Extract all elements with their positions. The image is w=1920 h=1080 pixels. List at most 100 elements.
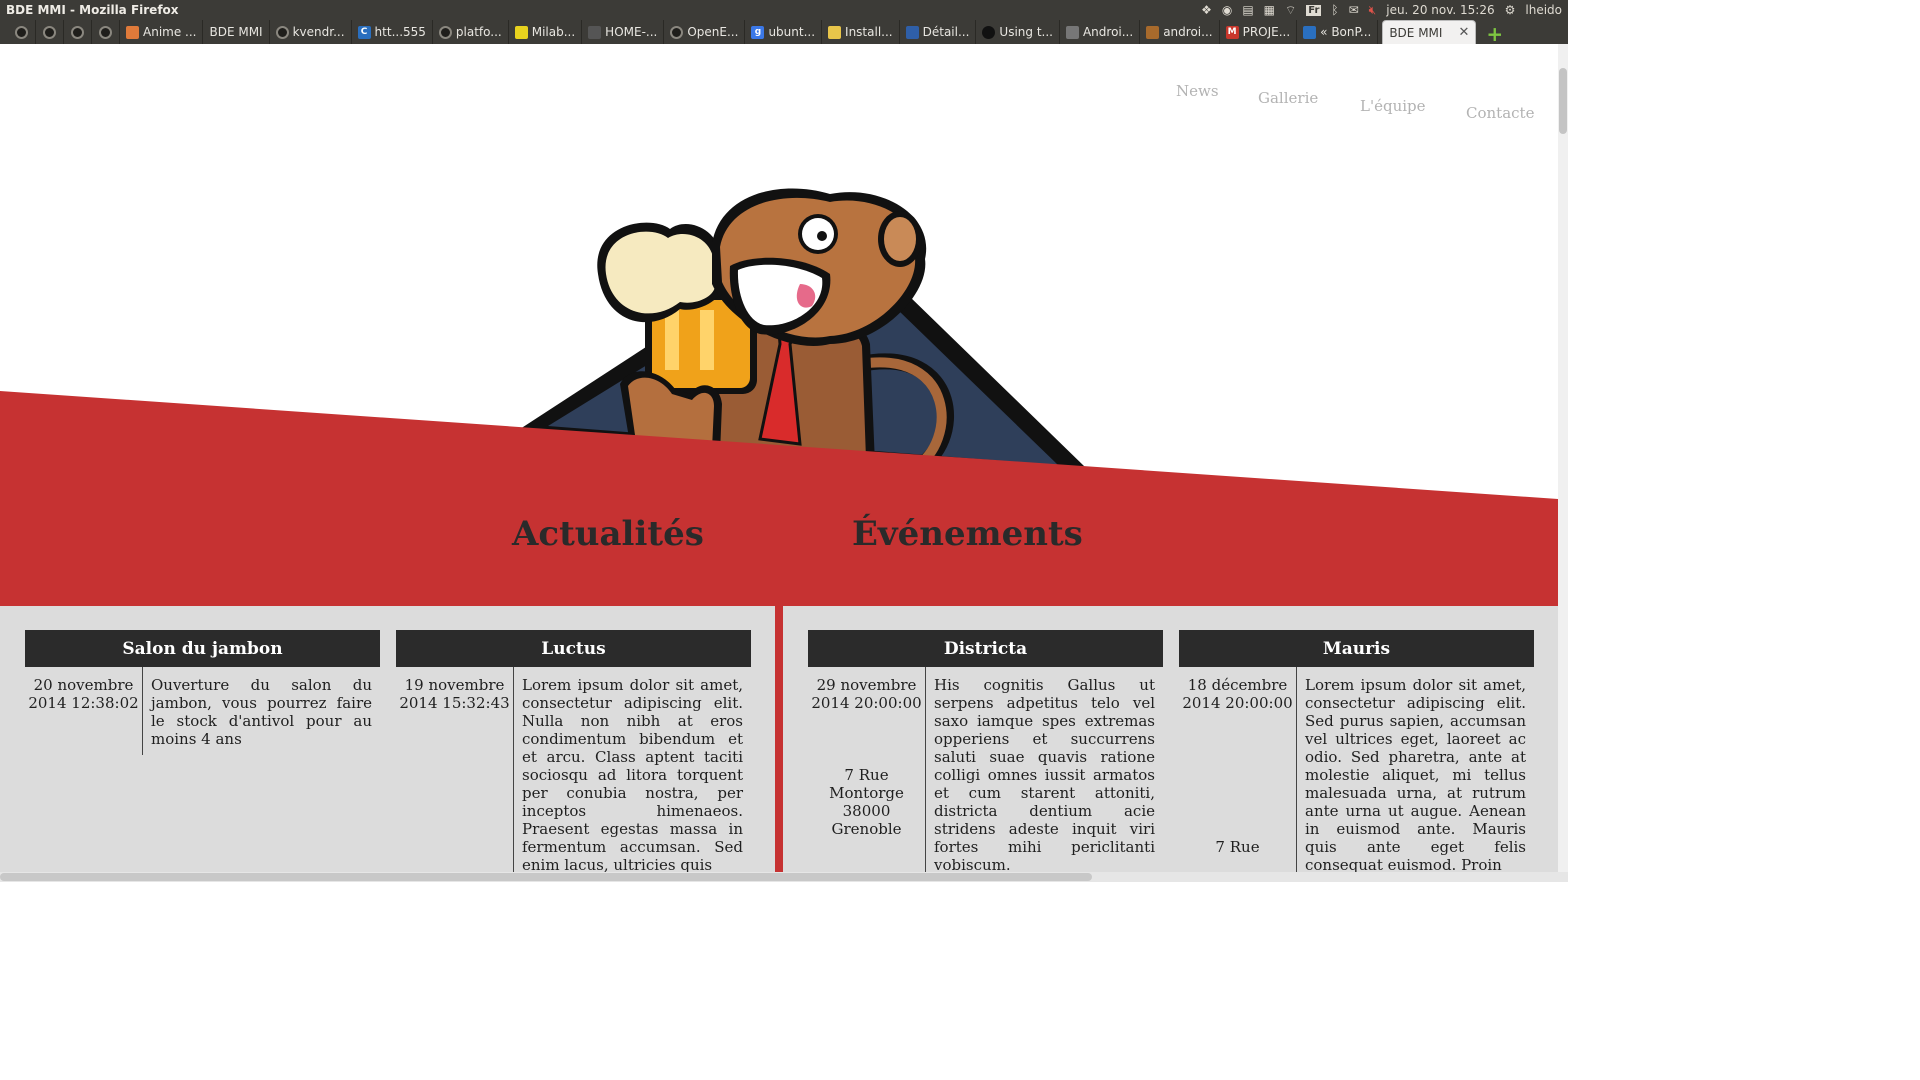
- tab-active-bde-mmi[interactable]: BDE MMI ✕: [1382, 20, 1477, 44]
- chat-site-icon: [828, 25, 842, 39]
- window-title: BDE MMI - Mozilla Firefox: [6, 3, 179, 17]
- power-gear-icon[interactable]: ⚙: [1505, 3, 1516, 17]
- tab-proje[interactable]: M PROJE...: [1220, 20, 1298, 44]
- tab-label: BDE MMI: [1389, 25, 1443, 40]
- tab-htt555[interactable]: Chtt...555: [352, 20, 433, 44]
- news-card-body: 20 novembre 2014 12:38:02 Ouverture du s…: [25, 667, 380, 755]
- anime-site-icon: [126, 25, 139, 39]
- nav-gallery[interactable]: Gallerie: [1258, 89, 1318, 107]
- drive-icon[interactable]: ▦: [1264, 3, 1275, 17]
- tab-label: Install...: [845, 25, 893, 39]
- tab-pinned-github-1[interactable]: [8, 20, 36, 44]
- tab-label: OpenE...: [687, 25, 739, 39]
- content-area: Salon du jambon 20 novembre 2014 12:38:0…: [0, 606, 1558, 872]
- tab-home[interactable]: HOME-...: [582, 20, 665, 44]
- section-title-events: Événements: [852, 514, 1083, 554]
- mail-icon[interactable]: ✉: [1349, 3, 1359, 17]
- tab-pinned-github-3[interactable]: [64, 20, 92, 44]
- tab-anime[interactable]: Anime ...: [120, 20, 204, 44]
- home-site-icon: [588, 25, 602, 39]
- c-site-icon: C: [357, 25, 371, 39]
- tab-detail[interactable]: Détail...: [900, 20, 977, 44]
- event-card-body: 18 décembre 2014 20:00:00 7 Rue Lorem ip…: [1179, 667, 1534, 872]
- tab-label: androi...: [1163, 25, 1213, 39]
- event-card-address: 7 Rue Montorge 38000 Grenoble: [829, 766, 904, 838]
- tab-ubunt[interactable]: g ubunt...: [745, 20, 823, 44]
- tab-using[interactable]: Using t...: [976, 20, 1060, 44]
- tab-label: htt...555: [374, 25, 426, 39]
- dropbox-icon[interactable]: ❖: [1201, 3, 1212, 17]
- tab-label: kvendr...: [292, 25, 345, 39]
- event-card-title[interactable]: Mauris: [1179, 630, 1534, 667]
- new-tab-button[interactable]: +: [1486, 24, 1503, 44]
- tab-milab[interactable]: Milab...: [509, 20, 583, 44]
- event-card-text: Lorem ipsum dolor sit amet, consectetur …: [1305, 676, 1526, 872]
- horizontal-scrollbar[interactable]: [0, 872, 1568, 882]
- github-icon: [275, 25, 289, 39]
- tab-label: Milab...: [531, 25, 576, 39]
- os-top-panel: BDE MMI - Mozilla Firefox ❖ ◉ ▤ ▦ ⌔ Fr ᛒ…: [0, 0, 1568, 20]
- notes-icon[interactable]: ▤: [1242, 3, 1253, 17]
- event-card-info: 29 novembre 2014 20:00:00 7 Rue Montorge…: [808, 667, 926, 872]
- news-card-date: 19 novembre 2014 15:32:43: [396, 667, 514, 872]
- nvidia-icon[interactable]: ◉: [1222, 3, 1232, 17]
- tab-label: PROJE...: [1242, 25, 1291, 39]
- github-icon: [99, 25, 112, 39]
- tab-label: ubunt...: [768, 25, 816, 39]
- event-card-title[interactable]: Districta: [808, 630, 1163, 667]
- tab-label: Androi...: [1082, 25, 1134, 39]
- news-card-date: 20 novembre 2014 12:38:02: [25, 667, 143, 755]
- tab-bonp[interactable]: « BonP...: [1297, 20, 1379, 44]
- tab-opene[interactable]: OpenE...: [664, 20, 746, 44]
- tab-pinned-github-2[interactable]: [36, 20, 64, 44]
- news-card-text: Lorem ipsum dolor sit amet, consectetur …: [522, 676, 743, 872]
- github-icon: [15, 25, 28, 39]
- nav-news[interactable]: News: [1176, 82, 1219, 100]
- nav-contact[interactable]: Contacte: [1466, 104, 1534, 122]
- vertical-scroll-thumb[interactable]: [1559, 68, 1567, 134]
- news-card: Luctus 19 novembre 2014 15:32:43 Lorem i…: [396, 630, 751, 872]
- section-title-news: Actualités: [512, 514, 704, 554]
- nav-team[interactable]: L'équipe: [1360, 97, 1426, 115]
- web-page: News Gallerie L'équipe Contacte Actualit…: [0, 44, 1558, 872]
- yellow-note-icon: [514, 25, 528, 39]
- volume-muted-icon[interactable]: 🔇︎: [1369, 3, 1377, 18]
- news-card-title[interactable]: Salon du jambon: [25, 630, 380, 667]
- browser-tab-strip: Anime ... BDE MMI kvendr... Chtt...555 p…: [0, 20, 1568, 44]
- event-card-info: 18 décembre 2014 20:00:00 7 Rue: [1179, 667, 1297, 872]
- tab-label: Using t...: [999, 25, 1053, 39]
- event-card-body: 29 novembre 2014 20:00:00 7 Rue Montorge…: [808, 667, 1163, 872]
- tab-pinned-github-4[interactable]: [92, 20, 120, 44]
- tab-androi-2[interactable]: androi...: [1140, 20, 1220, 44]
- tab-label: platfo...: [455, 25, 502, 39]
- site-icon: [905, 25, 919, 39]
- bluetooth-icon[interactable]: ᛒ: [1331, 3, 1338, 17]
- tab-label: « BonP...: [1320, 25, 1372, 39]
- tab-label: HOME-...: [605, 25, 658, 39]
- clock[interactable]: jeu. 20 nov. 15:26: [1386, 3, 1494, 17]
- tab-kvendr[interactable]: kvendr...: [270, 20, 352, 44]
- user-name[interactable]: lheido: [1525, 3, 1562, 17]
- panel-indicators: ❖ ◉ ▤ ▦ ⌔ Fr ᛒ ✉ 🔇︎ jeu. 20 nov. 15:26 ⚙…: [1201, 3, 1562, 18]
- gmail-icon: M: [1225, 25, 1239, 39]
- tab-androi-1[interactable]: Androi...: [1060, 20, 1141, 44]
- tab-label: Anime ...: [143, 25, 197, 39]
- event-card-date: 29 novembre 2014 20:00:00: [811, 676, 922, 712]
- tab-platfo[interactable]: platfo...: [433, 20, 509, 44]
- vertical-scrollbar[interactable]: [1558, 44, 1568, 872]
- tab-bde-mmi[interactable]: BDE MMI: [203, 20, 270, 44]
- close-tab-icon[interactable]: ✕: [1458, 25, 1469, 40]
- wordpress-icon: [1303, 25, 1317, 39]
- horizontal-scroll-thumb[interactable]: [0, 873, 1092, 881]
- dark-site-icon: [982, 25, 996, 39]
- keyboard-layout-indicator[interactable]: Fr: [1306, 4, 1322, 16]
- android-site-icon: [1146, 25, 1160, 39]
- column-divider: [775, 606, 783, 872]
- news-card-title[interactable]: Luctus: [396, 630, 751, 667]
- news-card-text: Ouverture du salon du jambon, vous pourr…: [151, 676, 372, 748]
- tab-label: BDE MMI: [209, 25, 263, 39]
- github-icon: [670, 25, 684, 39]
- tab-install[interactable]: Install...: [822, 20, 900, 44]
- wifi-icon[interactable]: ⌔: [1285, 3, 1296, 18]
- github-icon: [43, 25, 56, 39]
